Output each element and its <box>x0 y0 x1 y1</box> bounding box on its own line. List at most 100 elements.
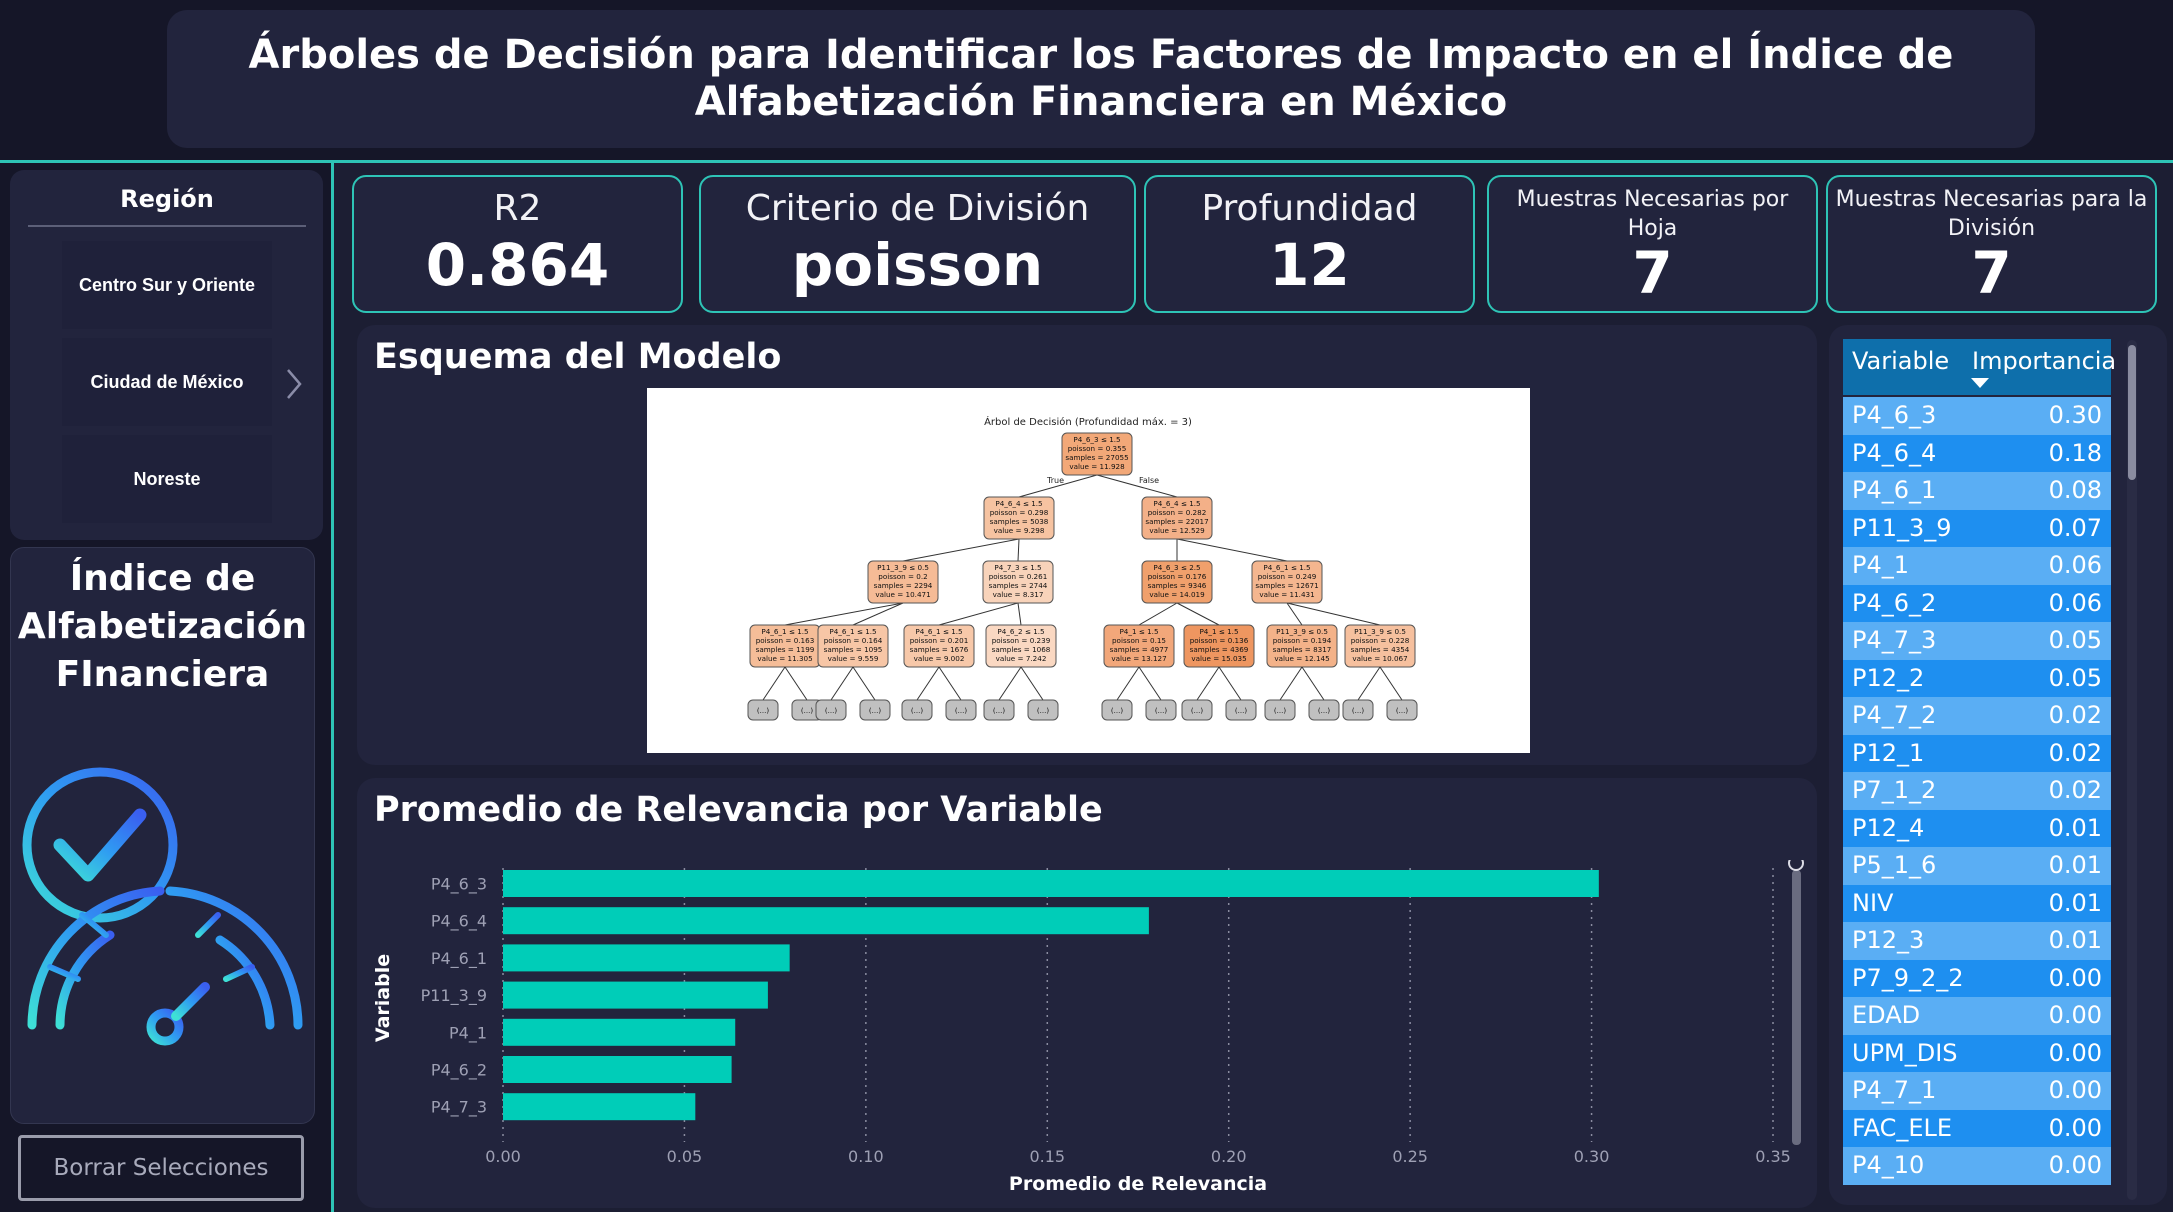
tree-node-text: P4_6_1 ≤ 1.5 <box>761 627 808 636</box>
card-criterion-label: Criterio de División <box>745 188 1090 229</box>
table-row[interactable]: P4_7_2 0.02 <box>1843 697 2111 735</box>
table-row[interactable]: P12_2 0.05 <box>1843 659 2111 697</box>
tree-node-text: value = 14.019 <box>1149 590 1205 599</box>
tree-edge <box>998 666 1022 701</box>
bar[interactable] <box>503 1056 732 1083</box>
tree-edge <box>852 666 876 701</box>
y-tick-label: P4_6_1 <box>431 949 487 969</box>
row-variable: P4_1 <box>1852 551 1910 579</box>
tree-edge <box>784 666 808 701</box>
tree-node-text: poisson = 0.194 <box>1273 636 1332 645</box>
bar[interactable] <box>503 870 1599 897</box>
tree-node-text: value = 12.529 <box>1149 526 1205 535</box>
table-row[interactable]: P5_1_6 0.01 <box>1843 847 2111 885</box>
table-row[interactable]: NIV 0.01 <box>1843 884 2111 922</box>
tree-edge <box>938 666 962 701</box>
column-header-variable[interactable]: Variable <box>1852 347 1949 375</box>
tree-edge <box>1138 666 1162 701</box>
tree-node-text: P4_6_4 ≤ 1.5 <box>1153 499 1200 508</box>
table-row[interactable]: P7_1_2 0.02 <box>1843 772 2111 810</box>
tree-node-text: value = 13.127 <box>1111 654 1166 663</box>
tree-node-text: samples = 9346 <box>1148 581 1207 590</box>
truncated-node-text: (...) <box>1318 707 1330 715</box>
table-row[interactable]: P4_7_3 0.05 <box>1843 622 2111 660</box>
tree-node-text: value = 11.431 <box>1259 590 1314 599</box>
table-row[interactable]: P4_1 0.06 <box>1843 547 2111 585</box>
tree-node-text: P11_3_9 ≤ 0.5 <box>1354 627 1406 636</box>
table-row[interactable]: P4_10 0.00 <box>1843 1147 2111 1185</box>
tree-edge <box>1176 538 1288 562</box>
chart-scroll-handle[interactable] <box>1788 860 1804 871</box>
literacy-index-title: Índice de Alfabetización FInanciera <box>17 558 308 695</box>
tree-edge <box>1379 666 1403 701</box>
row-importance: 0.02 <box>2048 701 2102 729</box>
tree-edge <box>830 666 854 701</box>
tree-edge <box>1286 602 1381 626</box>
sort-descending-icon[interactable] <box>1971 378 1989 389</box>
tree-node-text: poisson = 0.136 <box>1190 636 1249 645</box>
tree-node-text: samples = 4354 <box>1351 645 1410 654</box>
tree-node-text: value = 9.559 <box>828 654 879 663</box>
table-row[interactable]: UPM_DIS 0.00 <box>1843 1034 2111 1072</box>
table-row[interactable]: P4_6_4 0.18 <box>1843 434 2111 472</box>
tree-node-text: samples = 1068 <box>992 645 1051 654</box>
bar[interactable] <box>503 1093 696 1121</box>
chart-title: Promedio de Relevancia por Variable <box>374 790 1103 830</box>
table-row[interactable]: P12_1 0.02 <box>1843 734 2111 772</box>
chevron-right-icon[interactable] <box>284 364 304 404</box>
tree-node-text: poisson = 0.261 <box>989 572 1048 581</box>
slicer-title: Región <box>28 185 306 227</box>
bar[interactable] <box>503 907 1149 935</box>
tree-node-text: samples = 4977 <box>1110 645 1169 654</box>
column-header-importance[interactable]: Importancia <box>1972 347 2116 375</box>
tree-node-text: samples = 1095 <box>824 645 883 654</box>
model-schema-title: Esquema del Modelo <box>374 337 782 377</box>
chart-scrollbar[interactable] <box>1792 870 1801 1145</box>
tree-edge <box>1176 602 1220 626</box>
title-box: Árboles de Decisión para Identificar los… <box>167 10 2035 148</box>
truncated-node-text: (...) <box>1396 707 1408 715</box>
tree-edge <box>1096 474 1178 498</box>
table-row[interactable]: P11_3_9 0.07 <box>1843 509 2111 547</box>
importance-table-header: Variable Importancia <box>1843 339 2116 395</box>
table-row[interactable]: P4_7_1 0.00 <box>1843 1072 2111 1110</box>
tree-edge <box>1017 602 1022 626</box>
tree-node-text: samples = 12671 <box>1255 581 1318 590</box>
tree-node-text: P4_6_3 ≤ 1.5 <box>1073 435 1120 444</box>
row-importance: 0.00 <box>2048 1038 2102 1067</box>
table-row[interactable]: P4_6_1 0.08 <box>1843 472 2111 510</box>
row-variable: P12_2 <box>1852 663 1925 692</box>
table-row[interactable]: P4_6_2 0.06 <box>1843 584 2111 622</box>
card-criterion-value: poisson <box>791 231 1044 299</box>
table-row[interactable]: EDAD 0.00 <box>1843 997 2111 1035</box>
tree-node-text: samples = 2294 <box>874 581 933 590</box>
card-criterion: Criterio de División poisson <box>699 175 1136 313</box>
y-tick-label: P4_6_2 <box>431 1061 487 1081</box>
bar[interactable] <box>503 1018 736 1046</box>
table-scrollbar-thumb[interactable] <box>2128 345 2136 480</box>
bar[interactable] <box>503 981 768 1009</box>
table-row[interactable]: P4_6_3 0.30 <box>1843 397 2111 435</box>
slicer-item-centro-sur[interactable]: Centro Sur y Oriente <box>62 241 272 329</box>
table-row[interactable]: P12_4 0.01 <box>1843 809 2111 847</box>
tree-node-text: P4_6_4 ≤ 1.5 <box>995 499 1042 508</box>
clear-selections-button[interactable]: Borrar Selecciones <box>18 1135 304 1201</box>
row-variable: P12_1 <box>1852 738 1925 767</box>
table-row[interactable]: P7_9_2_2 0.00 <box>1843 959 2111 997</box>
tree-node-text: poisson = 0.355 <box>1068 444 1127 453</box>
table-row[interactable]: P12_3 0.01 <box>1843 922 2111 960</box>
tree-node-text: samples = 1676 <box>910 645 969 654</box>
tree-edge <box>916 666 940 701</box>
card-min-samples-leaf-value: 7 <box>1632 239 1673 307</box>
slicer-item-noreste[interactable]: Noreste <box>62 435 272 523</box>
bar[interactable] <box>503 944 790 972</box>
tree-node-text: poisson = 0.249 <box>1258 572 1317 581</box>
relevance-bar-chart: 0.00 0.05 0.10 0.15 0.20 0.25 0.30 0.35 P4_6_3 P4… <box>372 860 1804 1195</box>
tree-edge <box>1279 666 1303 701</box>
row-variable: UPM_DIS <box>1852 1038 1958 1067</box>
slicer-item-cdmx[interactable]: Ciudad de México <box>62 338 272 426</box>
tree-node-text: poisson = 0.201 <box>910 636 969 645</box>
tree-node-text: value = 11.305 <box>757 654 812 663</box>
tree-node-text: samples = 4369 <box>1190 645 1249 654</box>
table-row[interactable]: FAC_ELE 0.00 <box>1843 1109 2111 1147</box>
